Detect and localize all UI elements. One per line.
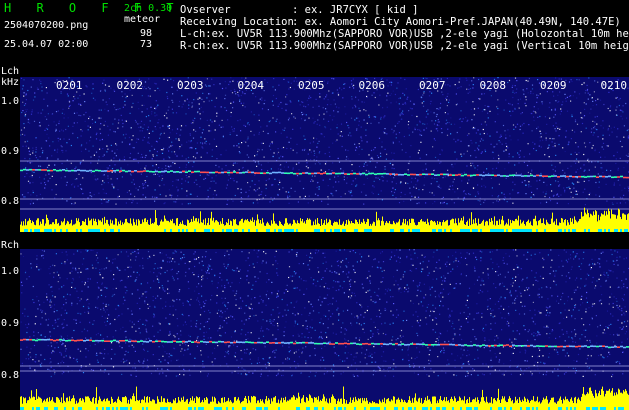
time-tick: 0205 [298,79,325,92]
rch-label: Rch [1,240,20,251]
time-tick: 0206 [358,79,386,92]
lch-unit: kHz [1,77,20,88]
time-tick: 0202 [116,79,144,92]
rch-count: 73 [140,39,153,50]
rch-description: R-ch:ex. UV5R 113.900Mhz(SAPPORO VOR)USB… [180,40,629,52]
observer-value: : ex. JR7CYX [ kid ] [292,4,419,16]
rch-spectrogram [20,249,629,410]
lch-label: Lch [1,66,20,77]
lch-count: 98 [140,28,153,39]
spectrogram-background [20,249,629,410]
time-tick: 0204 [237,79,265,92]
location-value: : ex. Aomori City Aomori-Pref.JAPAN(40.4… [292,16,621,28]
rch-spectrogram-svg [20,249,629,410]
rch-ytick-2: 0.9 [1,318,20,329]
lch-ytick-3: 0.8 [1,196,20,207]
time-tick: 0208 [479,79,507,92]
rch-ytick-1: 1.0 [1,266,20,277]
detect-label: meteor [124,14,161,25]
time-tick: 0201 [56,79,83,92]
datetime-label: 25.04.07 02:00 [4,39,89,50]
time-tick: 0207 [419,79,446,92]
rch-ytick-3: 0.8 [1,370,20,381]
lch-spectrogram-svg [20,77,629,232]
lch-ytick-1: 1.0 [1,96,20,107]
time-tick: 0203 [177,79,204,92]
time-tick: 0210 [600,79,628,92]
location-label: Receiving Location [180,16,294,28]
time-tick: 0209 [540,79,567,92]
mode-label: 2ch 0.30 [124,3,173,14]
filename-label: 2504070200.png [4,20,89,31]
observer-label: Ovserver [180,4,231,16]
lch-description: L-ch:ex. UV5R 113.900Mhz(SAPPORO VOR)USB… [180,28,629,40]
lch-spectrogram [20,77,629,232]
lch-ytick-2: 0.9 [1,146,20,157]
